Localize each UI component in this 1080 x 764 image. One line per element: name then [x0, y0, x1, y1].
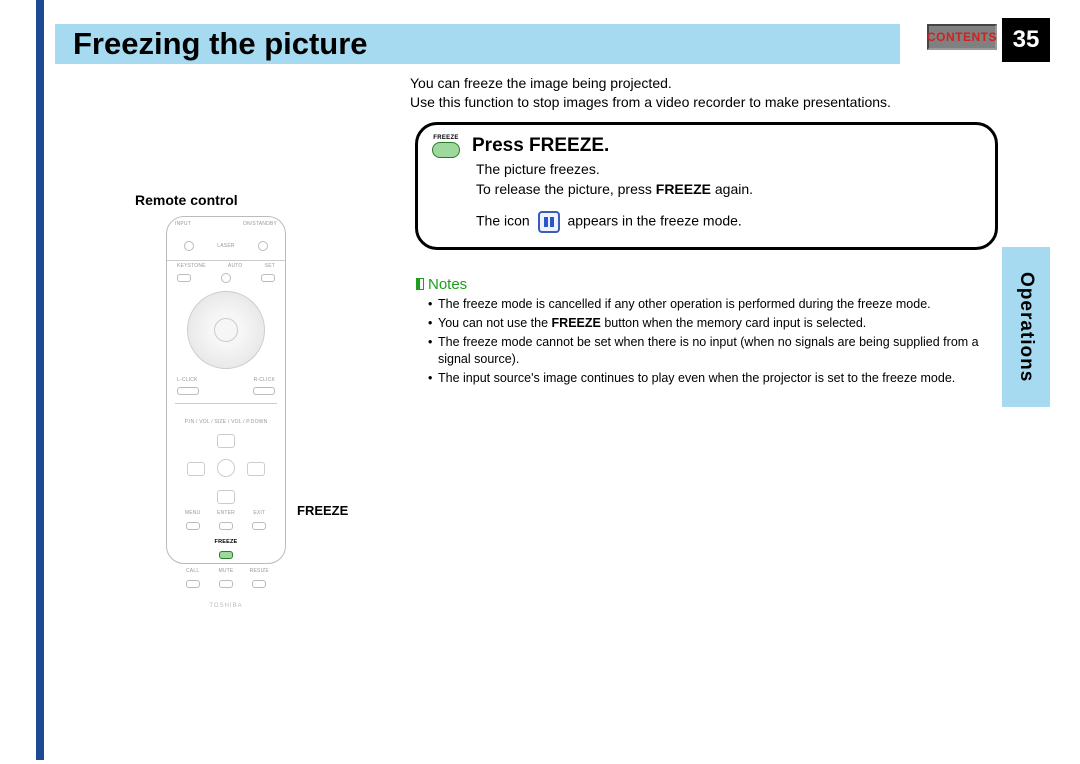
remote-onstandby-button — [258, 241, 268, 251]
left-strip — [36, 0, 44, 760]
instruction-heading: Press FREEZE. — [472, 135, 609, 157]
section-tab-label: Operations — [1015, 272, 1037, 382]
remote-menu-button — [186, 522, 200, 530]
remote-keystone-label: KEYSTONE — [177, 263, 206, 269]
remote-freeze-label: FREEZE — [212, 539, 239, 545]
notes-item: The input source's image continues to pl… — [428, 370, 994, 387]
title-bar: Freezing the picture — [55, 24, 900, 64]
notes-item: You can not use the FREEZE button when t… — [428, 315, 994, 332]
notes-item: The freeze mode cannot be set when there… — [428, 334, 994, 368]
pause-icon — [538, 211, 560, 233]
remote-mute-button — [219, 580, 233, 588]
instruction-line-2: To release the picture, press FREEZE aga… — [476, 180, 981, 200]
remote-set-button — [261, 274, 275, 282]
intro-text: You can freeze the image being projected… — [410, 74, 891, 112]
remote-rclick-button — [253, 387, 275, 395]
remote-lclick-label: L-CLICK — [177, 377, 198, 383]
remote-resize-label: RESIZE — [246, 568, 273, 574]
remote-wheel — [187, 291, 265, 369]
notes-heading: Notes — [416, 276, 467, 293]
remote-rclick-label: R-CLICK — [254, 377, 275, 383]
freeze-key-label: FREEZE — [433, 135, 458, 141]
remote-control-diagram: INPUT ON/STANDBY LASER KEYSTONE AUTO SET… — [166, 216, 286, 564]
instruction-panel: FREEZE Press FREEZE. The picture freezes… — [415, 122, 998, 250]
remote-lclick-button — [177, 387, 199, 395]
page-number: 35 — [1002, 18, 1050, 62]
remote-call-button — [186, 580, 200, 588]
remote-auto-label: AUTO — [228, 263, 243, 269]
notes-item: The freeze mode is cancelled if any othe… — [428, 296, 994, 313]
remote-mute-label: MUTE — [212, 568, 239, 574]
intro-line-2: Use this function to stop images from a … — [410, 93, 891, 112]
remote-freeze-button — [219, 551, 233, 559]
page-title: Freezing the picture — [73, 26, 368, 62]
intro-line-1: You can freeze the image being projected… — [410, 74, 891, 93]
remote-laser-label: LASER — [217, 243, 234, 249]
remote-brand: TOSHIBA — [167, 603, 285, 609]
freeze-callout-label: FREEZE — [297, 503, 348, 518]
remote-onstandby-label: ON/STANDBY — [243, 221, 277, 227]
remote-enter-button — [219, 522, 233, 530]
remote-input-label: INPUT — [175, 221, 191, 227]
remote-control-label: Remote control — [135, 192, 238, 208]
remote-resize-button — [252, 580, 266, 588]
notes-list: The freeze mode is cancelled if any othe… — [428, 296, 994, 388]
remote-auto-button — [221, 273, 231, 283]
remote-exit-button — [252, 522, 266, 530]
instruction-line-3: The icon appears in the freeze mode. — [476, 211, 981, 233]
freeze-key-icon — [432, 142, 460, 158]
freeze-key-graphic: FREEZE — [432, 135, 460, 158]
remote-dpad — [183, 434, 269, 504]
remote-set-label: SET — [265, 263, 275, 269]
notes-icon — [416, 278, 424, 290]
remote-menu-label: MENU — [179, 510, 206, 516]
remote-keystone-button — [177, 274, 191, 282]
instruction-line-1: The picture freezes. — [476, 160, 981, 180]
remote-enter-label: ENTER — [212, 510, 239, 516]
remote-pvol-label: P.IN / VOL / SIZE / VOL / P.DOWN — [185, 419, 268, 425]
contents-button[interactable]: CONTENTS — [927, 24, 997, 50]
remote-input-button — [184, 241, 194, 251]
remote-exit-label: EXIT — [246, 510, 273, 516]
section-tab-operations[interactable]: Operations — [1002, 247, 1050, 407]
remote-call-label: CALL — [179, 568, 206, 574]
